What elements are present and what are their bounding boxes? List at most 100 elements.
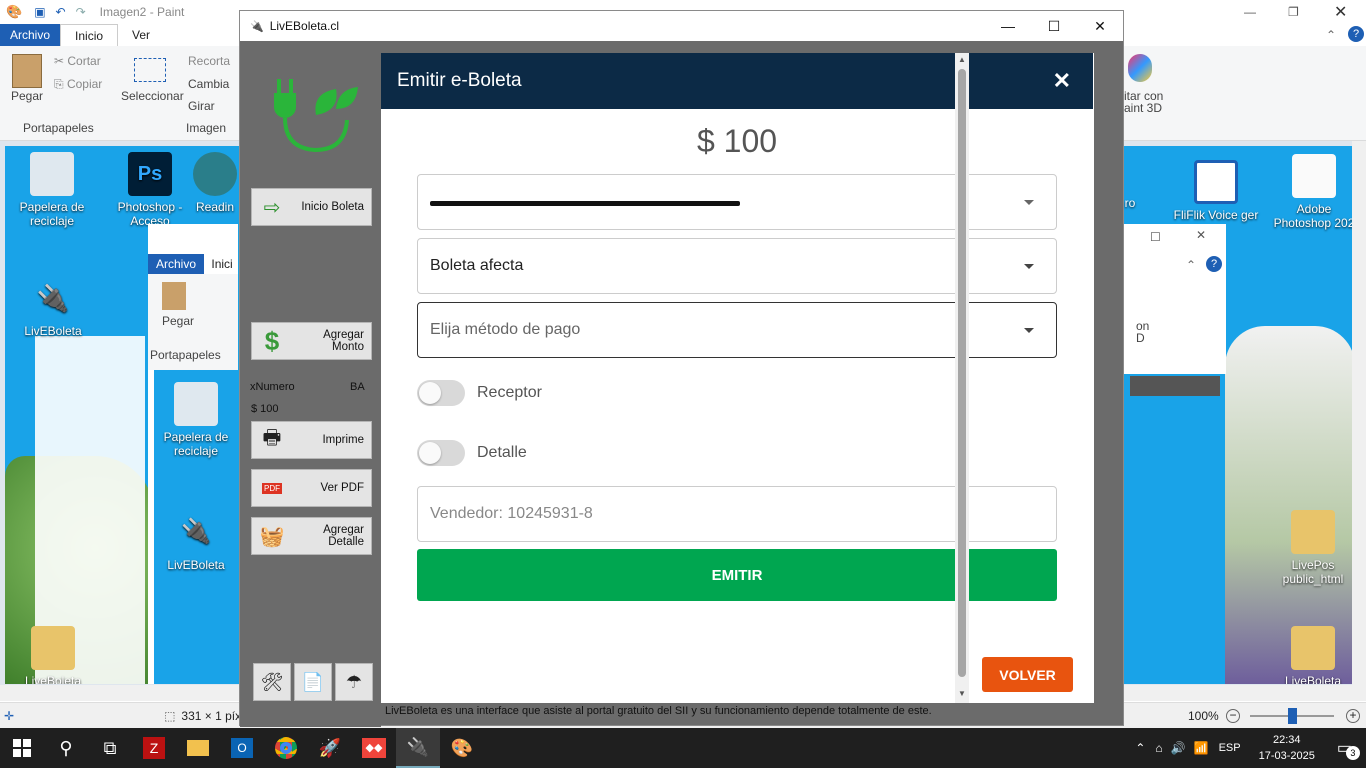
tab-ver[interactable]: Ver xyxy=(118,24,164,46)
canvas-vertical-scrollbar[interactable] xyxy=(1352,141,1366,685)
clock[interactable]: 22:34 17-03-2025 xyxy=(1259,732,1315,764)
liveboleta-titlebar: 🔌 LivEBoleta.cl — ☐ ✕ xyxy=(240,11,1123,41)
receptor-toggle[interactable] xyxy=(417,380,465,406)
task-view-icon[interactable]: ⧉ xyxy=(88,728,132,768)
detalle-toggle[interactable] xyxy=(417,440,465,466)
liveboleta-taskbar-icon[interactable]: 🔌 xyxy=(396,728,440,768)
plug-leaf-icon: 🔌 xyxy=(36,283,70,313)
device-icon[interactable]: ⌂ xyxy=(1155,741,1162,755)
notifications-icon[interactable]: ▭ 3 xyxy=(1337,738,1360,760)
inner-paste-icon xyxy=(162,282,186,310)
chrome-icon[interactable] xyxy=(264,728,308,768)
redo-icon[interactable]: ↷ xyxy=(76,5,86,19)
help-icon[interactable]: ? xyxy=(1348,26,1364,42)
maximize-icon[interactable]: ❐ xyxy=(1288,5,1299,19)
undo-icon[interactable]: ↶ xyxy=(56,5,66,19)
dialog-scrollbar[interactable]: ▲ ▼ xyxy=(955,53,969,703)
crop-label[interactable]: Recorta xyxy=(188,54,230,68)
file-icon xyxy=(1292,154,1336,198)
rocket-app-icon[interactable]: 🚀 xyxy=(308,728,352,768)
maximize-button[interactable]: ☐ xyxy=(1031,11,1077,41)
desktop-icon-liveboleta-folder[interactable]: LiveBoleta xyxy=(7,626,99,684)
resize-label[interactable]: Cambia xyxy=(188,77,229,91)
scroll-down-icon[interactable]: ▼ xyxy=(958,689,966,698)
tab-inicio[interactable]: Inicio xyxy=(60,24,119,46)
desktop-icon-liveboleta[interactable]: 🔌 LivEBoleta xyxy=(7,276,99,338)
desktop-icon-fliflik[interactable]: FliFlik Voice ger xyxy=(1170,160,1262,222)
tools-icon[interactable]: 🛠 xyxy=(253,663,291,701)
cursor-position-icon: ✛ xyxy=(4,708,15,723)
dialog-close-icon[interactable]: ✕ xyxy=(1053,68,1071,94)
paint-taskbar-icon[interactable]: 🎨 xyxy=(440,728,484,768)
sidebar: ⇨ Inicio Boleta $ Agregar Monto xNumero … xyxy=(240,41,381,727)
anydesk-icon[interactable]: ◆◆ xyxy=(352,728,396,768)
desktop-icon-recycle-bin[interactable]: Papelera de reciclaje xyxy=(6,152,98,228)
windows-start-icon[interactable] xyxy=(0,728,44,768)
clock-time: 22:34 xyxy=(1272,734,1301,746)
scrollbar-thumb[interactable] xyxy=(958,69,966,677)
document-settings-icon[interactable]: 📄 xyxy=(294,663,332,701)
scroll-up-icon[interactable]: ▲ xyxy=(958,55,966,64)
selection-size-icon: ⬚ xyxy=(164,708,176,723)
paste-label[interactable]: Pegar xyxy=(11,89,43,103)
recycle-bin-icon xyxy=(174,382,218,426)
photoshop-icon: Ps xyxy=(128,152,172,196)
wifi-icon[interactable]: 📶 xyxy=(1194,741,1209,755)
close-icon[interactable]: ✕ xyxy=(1334,2,1347,22)
desktop-icon-liveboleta-2[interactable]: LiveBoleta xyxy=(1267,626,1352,684)
desktop-icon-photoshop[interactable]: Ps Photoshop - Acceso xyxy=(104,152,196,228)
edit-paint3d-label[interactable]: itar con aint 3D xyxy=(1124,90,1174,114)
image-dimensions: 331 × 1 píxe xyxy=(181,708,248,723)
amount-label: $ 100 xyxy=(251,403,279,415)
select-icon[interactable] xyxy=(134,58,166,82)
search-icon[interactable]: ⚲ xyxy=(44,728,88,768)
volver-button[interactable]: VOLVER xyxy=(982,657,1073,692)
close-button[interactable]: ✕ xyxy=(1077,11,1123,41)
collapse-ribbon-icon[interactable]: ⌃ xyxy=(1326,28,1336,42)
rotate-label[interactable]: Girar xyxy=(188,99,215,113)
save-icon[interactable]: ▣ xyxy=(34,5,45,19)
zoom-level: 100% xyxy=(1188,708,1219,723)
filezilla-icon[interactable]: Z xyxy=(132,728,176,768)
zoom-slider-thumb[interactable] xyxy=(1288,708,1297,724)
agregar-monto-button[interactable]: $ Agregar Monto xyxy=(251,322,372,360)
imprime-button[interactable]: 🖶 Imprime xyxy=(251,421,372,459)
outlook-icon[interactable]: O xyxy=(220,728,264,768)
cut-label[interactable]: ✂ Cortar xyxy=(54,54,101,68)
desktop-icon-reading[interactable]: Readin xyxy=(185,152,245,214)
zoom-out-button[interactable]: − xyxy=(1226,708,1240,723)
zoom-in-button[interactable]: + xyxy=(1346,708,1360,723)
tab-archivo[interactable]: Archivo xyxy=(0,24,61,46)
file-explorer-icon[interactable] xyxy=(176,728,220,768)
maximize-icon[interactable]: ☐ xyxy=(1150,230,1161,244)
dialog-header: Emitir e-Boleta ✕ xyxy=(381,53,1093,109)
recycle-bin-icon xyxy=(30,152,74,196)
inner-paste-label[interactable]: Pegar xyxy=(162,314,194,328)
folder-icon xyxy=(1291,626,1335,670)
paste-icon[interactable] xyxy=(12,54,42,88)
minimize-icon[interactable]: — xyxy=(1244,5,1256,19)
inicio-boleta-button[interactable]: ⇨ Inicio Boleta xyxy=(251,188,372,226)
chevron-down-icon xyxy=(1024,327,1034,333)
paint3d-icon[interactable] xyxy=(1128,54,1152,82)
language-indicator[interactable]: ESP xyxy=(1219,742,1241,754)
agregar-detalle-button[interactable]: 🧺 Agregar Detalle xyxy=(251,517,372,555)
umbrella-icon[interactable]: ☂ xyxy=(335,663,373,701)
copy-label[interactable]: ⎘ Copiar xyxy=(54,77,102,92)
select-label[interactable]: Seleccionar xyxy=(121,89,184,103)
volume-icon[interactable]: 🔊 xyxy=(1171,741,1186,755)
close-icon[interactable]: ✕ xyxy=(1196,228,1206,242)
inner-paint-window-right: ☐ ✕ ⌃ ? on D xyxy=(1122,224,1226,374)
chevron-up-icon[interactable]: ⌃ xyxy=(1135,741,1145,755)
collapse-ribbon-icon[interactable]: ⌃ xyxy=(1186,258,1196,272)
minimize-button[interactable]: — xyxy=(985,11,1031,41)
inner-tab-inicio[interactable]: Inici xyxy=(207,254,236,274)
liveboleta-window: 🔌 LivEBoleta.cl — ☐ ✕ ⇨ Inicio Boleta $ … xyxy=(239,10,1124,727)
help-icon[interactable]: ? xyxy=(1206,256,1222,272)
dollar-icon: $ xyxy=(264,325,280,356)
ver-pdf-button[interactable]: PDF Ver PDF xyxy=(251,469,372,507)
redaction-mark xyxy=(430,201,740,206)
inner-tab-archivo[interactable]: Archivo xyxy=(148,254,205,274)
desktop-icon-livepos[interactable]: LivePos public_html xyxy=(1267,510,1352,586)
desktop-icon-adobe-photoshop[interactable]: Adobe Photoshop 202 xyxy=(1268,154,1352,230)
